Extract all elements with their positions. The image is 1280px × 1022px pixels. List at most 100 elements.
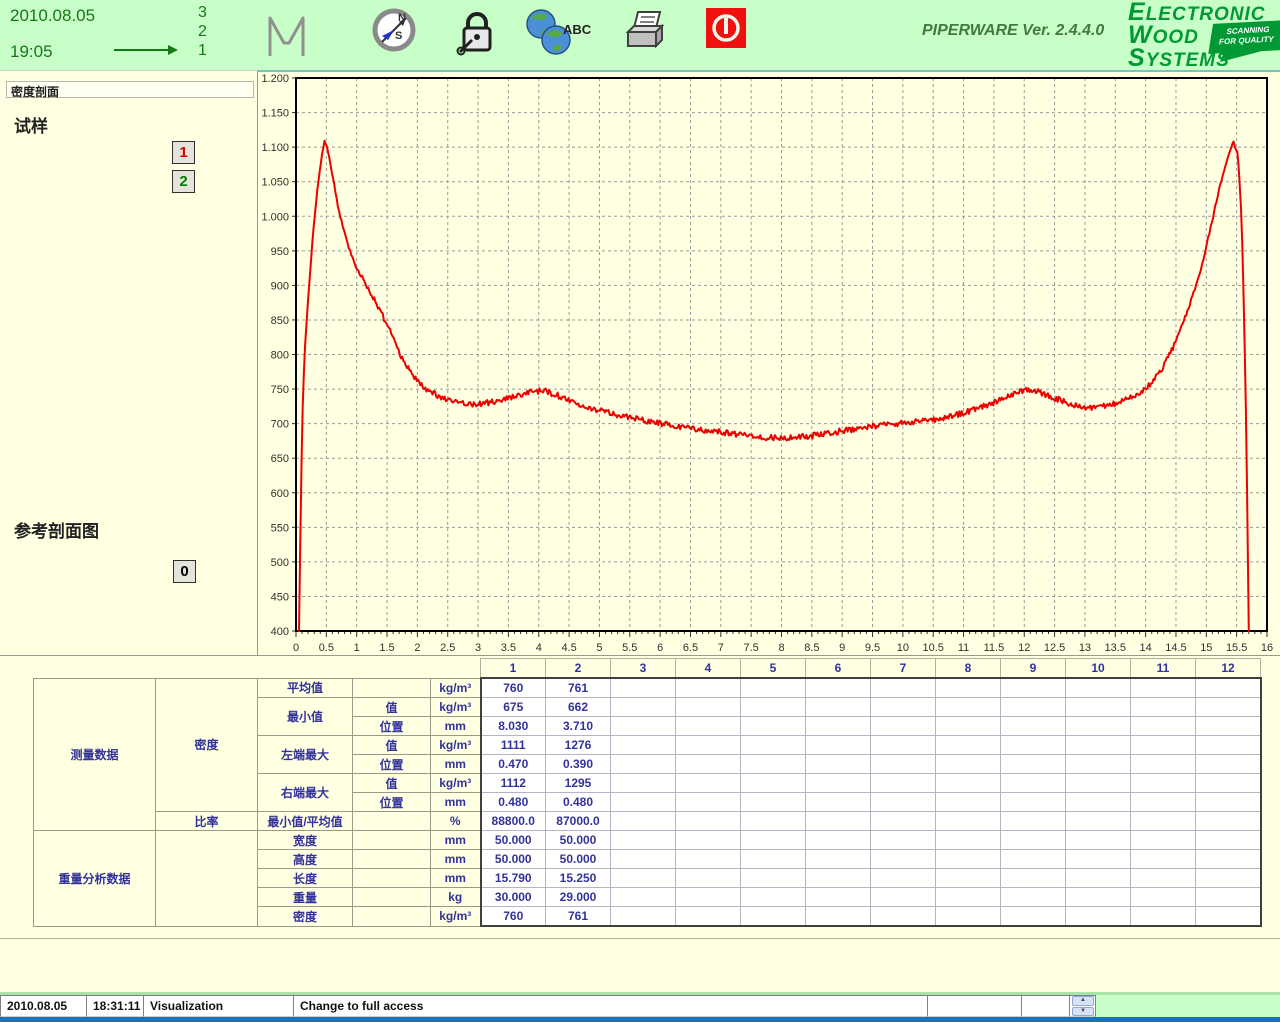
table-cell: [871, 888, 936, 907]
row-unit: kg/m³: [431, 774, 481, 793]
table-cell: [1196, 755, 1261, 774]
sequence-2: 2: [198, 22, 207, 41]
row-unit: kg: [431, 888, 481, 907]
sidebar-title: 密度剖面: [6, 81, 254, 98]
table-cell: [1131, 698, 1196, 717]
power-off-button[interactable]: [706, 8, 746, 48]
table-cell: [1196, 698, 1261, 717]
table-cell: [1001, 698, 1066, 717]
table-cell: [936, 793, 1001, 812]
table-cell: [611, 793, 676, 812]
table-cell: [676, 831, 741, 850]
svg-text:11: 11: [958, 642, 969, 654]
svg-text:650: 650: [271, 453, 289, 465]
table-cell: [741, 793, 806, 812]
lock-icon[interactable]: [454, 6, 498, 58]
table-cell: 88800.0: [481, 812, 546, 831]
table-cell: [1001, 888, 1066, 907]
row-unit: mm: [431, 831, 481, 850]
table-cell: 87000.0: [546, 812, 611, 831]
table-cell: [1196, 793, 1261, 812]
table-cell: [676, 850, 741, 869]
table-cell: 30.000: [481, 888, 546, 907]
row-label: 长度: [258, 869, 353, 888]
table-cell: [806, 850, 871, 869]
toolbar-time: 19:05: [10, 42, 53, 62]
status-message: Change to full access: [294, 995, 928, 1017]
table-cell: [676, 907, 741, 927]
sample-label: 试样: [14, 112, 48, 137]
svg-text:0: 0: [293, 642, 299, 654]
table-cell: [871, 698, 936, 717]
sample-1-button[interactable]: 1: [172, 141, 195, 164]
svg-text:13.5: 13.5: [1105, 642, 1126, 654]
table-cell: 1112: [481, 774, 546, 793]
table-cell: [1001, 736, 1066, 755]
row-sublabel: [353, 869, 431, 888]
table-cell: [1066, 774, 1131, 793]
table-cell: [871, 831, 936, 850]
logo-flag-shape: [1220, 46, 1280, 62]
table-cell: [741, 717, 806, 736]
table-cell: [1196, 907, 1261, 927]
table-cell: [741, 736, 806, 755]
spinner-up-button[interactable]: ▲: [1072, 996, 1094, 1006]
table-cell: [611, 888, 676, 907]
table-cell: [936, 698, 1001, 717]
lower-divider: [0, 938, 1280, 939]
sample-2-button[interactable]: 2: [172, 170, 195, 193]
profile-m-icon[interactable]: [264, 10, 314, 60]
reference-0-button[interactable]: 0: [173, 560, 196, 583]
row-label: 最小值: [258, 698, 353, 736]
table-cell: [1131, 850, 1196, 869]
table-cell: 8.030: [481, 717, 546, 736]
compass-icon[interactable]: N S: [370, 6, 418, 54]
svg-text:950: 950: [271, 246, 289, 258]
table-row: 重量分析数据宽度mm50.00050.000: [34, 831, 1261, 850]
table-cell: [1196, 717, 1261, 736]
row-sublabel: 位置: [353, 717, 431, 736]
svg-text:500: 500: [271, 557, 289, 569]
table-cell: 760: [481, 678, 546, 698]
table-cell: 0.390: [546, 755, 611, 774]
table-cell: [1066, 869, 1131, 888]
table-cell: [1196, 850, 1261, 869]
svg-text:15: 15: [1200, 642, 1212, 654]
table-cell: [611, 774, 676, 793]
column-header: 12: [1196, 659, 1261, 679]
table-cell: [676, 717, 741, 736]
svg-text:14.5: 14.5: [1165, 642, 1186, 654]
table-cell: [1066, 831, 1131, 850]
table-cell: [741, 888, 806, 907]
print-icon[interactable]: [622, 8, 668, 54]
svg-text:14: 14: [1140, 642, 1152, 654]
toolbar: 2010.08.05 19:05 3 2 1 N S ABC: [0, 0, 1280, 71]
svg-text:1.100: 1.100: [261, 142, 289, 154]
table-cell: [1001, 717, 1066, 736]
group-label: 测量数据: [34, 678, 156, 831]
table-cell: [741, 678, 806, 698]
table-cell: 50.000: [546, 850, 611, 869]
spinner-down-button[interactable]: ▼: [1072, 1007, 1094, 1017]
table-cell: [741, 755, 806, 774]
row-sublabel: 位置: [353, 755, 431, 774]
table-cell: [806, 869, 871, 888]
row-sublabel: [353, 831, 431, 850]
svg-text:11.5: 11.5: [984, 642, 1005, 654]
ews-logo: ELECTRONIC WOOD SYSTEMS SCANNING FOR QUA…: [1128, 2, 1278, 66]
row-sublabel: [353, 850, 431, 869]
column-header: 8: [936, 659, 1001, 679]
table-cell: [1196, 869, 1261, 888]
row-unit: kg/m³: [431, 698, 481, 717]
row-unit: kg/m³: [431, 678, 481, 698]
measurement-table: 123456789101112测量数据密度平均值kg/m³760761最小值值k…: [33, 658, 1262, 927]
svg-text:1.050: 1.050: [261, 177, 289, 189]
svg-text:7: 7: [718, 642, 724, 654]
table-cell: [1196, 678, 1261, 698]
svg-text:N: N: [398, 12, 406, 24]
sequence-counter: 3 2 1: [198, 3, 207, 60]
table-cell: [1131, 812, 1196, 831]
table-cell: [611, 850, 676, 869]
column-header: 6: [806, 659, 871, 679]
main-divider: [0, 655, 1280, 656]
